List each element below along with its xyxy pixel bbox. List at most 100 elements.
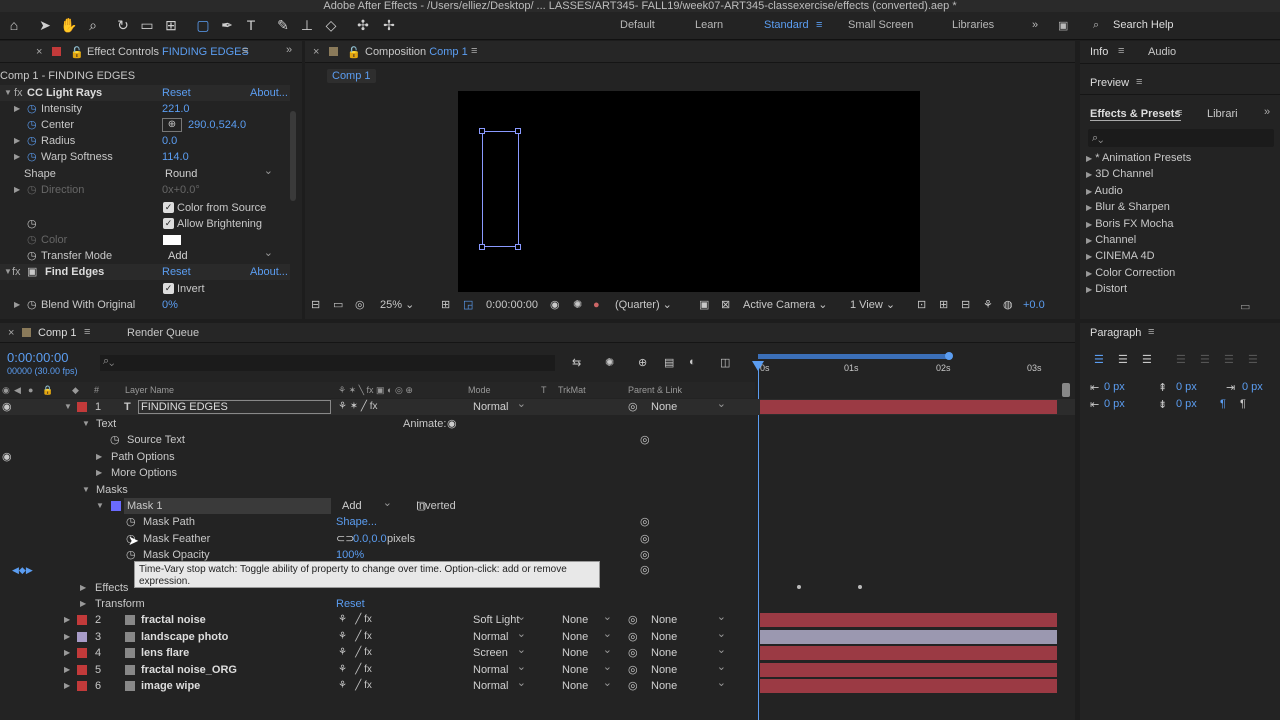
stopwatch-icon[interactable]: ◷	[27, 216, 37, 232]
crosshair-icon[interactable]: ⊕	[162, 118, 182, 132]
parent-pickwhip-icon[interactable]: ◎	[628, 612, 638, 628]
direction-rtl-icon[interactable]: ¶	[1240, 398, 1246, 410]
reset-link[interactable]: Reset	[162, 85, 191, 101]
shape-dropdown[interactable]: Round	[165, 163, 275, 182]
audio-tab[interactable]: Audio	[1148, 46, 1176, 58]
eye-icon[interactable]: ◉	[2, 449, 12, 465]
parent-pickwhip-icon[interactable]: ◎	[628, 662, 638, 678]
zoom-tool-icon[interactable]: ⌕	[84, 16, 102, 34]
camera-tool-icon[interactable]: ▭	[138, 16, 156, 34]
stopwatch-icon[interactable]: ◷	[27, 117, 37, 133]
exposure-value[interactable]: +0.0	[1023, 296, 1045, 314]
stopwatch-icon[interactable]: ◷	[110, 432, 120, 448]
effects-group-row[interactable]: ▶ Effects	[0, 580, 1075, 596]
more-options-row[interactable]: ▶ More Options	[0, 465, 1075, 481]
constrain-link-icon[interactable]: ⊂⊃	[336, 531, 354, 547]
workspace-small-screen[interactable]: Small Screen	[848, 19, 913, 31]
panel-toggle-icon[interactable]: ▣	[1058, 19, 1068, 32]
layer-name[interactable]: landscape photo	[141, 629, 228, 645]
rotate-tool-icon[interactable]: ↻	[114, 16, 132, 34]
workspace-learn[interactable]: Learn	[695, 19, 723, 31]
expression-pickwhip-icon[interactable]: ◎	[640, 514, 650, 530]
layer-name[interactable]: fractal noise	[141, 612, 206, 628]
brush-tool-icon[interactable]: ✎	[274, 16, 292, 34]
panel-menu-icon[interactable]: ≡	[1136, 76, 1142, 88]
hand-tool-icon[interactable]: ✋	[60, 16, 78, 34]
monitor-icon[interactable]: ▭	[333, 296, 343, 314]
preview-tab[interactable]: Preview	[1090, 77, 1129, 89]
keyframe-dot[interactable]	[797, 585, 801, 589]
mask-path-value[interactable]: Shape...	[336, 514, 377, 530]
zoom-dropdown[interactable]: 25% ⌄	[380, 296, 430, 314]
layer-switches[interactable]: ⚘ ╱ fx	[338, 662, 372, 678]
preset-category[interactable]: ▶ Channel	[1086, 232, 1136, 248]
space-before-value[interactable]: 0 px	[1176, 381, 1197, 393]
about-link[interactable]: About...	[250, 264, 288, 280]
stopwatch-icon[interactable]: ◷	[126, 514, 136, 530]
mask-vertex[interactable]	[515, 244, 521, 250]
blend-value[interactable]: 0%	[162, 297, 178, 313]
close-icon[interactable]: ×	[8, 327, 14, 339]
radius-value[interactable]: 0.0	[162, 133, 177, 149]
region-of-interest-icon[interactable]: ▣	[699, 296, 709, 314]
layer-duration-bar[interactable]	[760, 613, 1057, 627]
label-color[interactable]	[77, 648, 87, 658]
animate-menu-icon[interactable]: ◉	[447, 416, 457, 432]
stopwatch-icon[interactable]: ◷	[27, 149, 37, 165]
label-color[interactable]	[77, 664, 87, 675]
close-icon[interactable]: ×	[36, 46, 42, 58]
transform-group-row[interactable]: ▶ Transform Reset	[0, 596, 1075, 612]
motion-blur-icon[interactable]: ◐	[689, 356, 696, 368]
space-after-value[interactable]: 0 px	[1176, 398, 1197, 410]
frame-blending-icon[interactable]: ▤	[664, 356, 674, 369]
comp-time[interactable]: 0:00:00:00	[486, 296, 538, 314]
stopwatch-icon[interactable]: ◷	[27, 248, 37, 264]
panel-menu-icon[interactable]: ≡	[242, 45, 248, 57]
layer-name[interactable]: fractal noise_ORG	[141, 662, 237, 678]
blend-mode-dropdown[interactable]: Normal	[473, 396, 528, 415]
parent-pickwhip-icon[interactable]: ◎	[628, 399, 638, 415]
render-queue-tab[interactable]: Render Queue	[127, 327, 199, 339]
info-tab[interactable]: Info	[1090, 46, 1108, 58]
layer-duration-bar[interactable]	[760, 679, 1057, 693]
type-tool-icon[interactable]: T	[242, 16, 260, 34]
reset-link[interactable]: Reset	[162, 264, 191, 280]
preset-category[interactable]: ▶ 3D Channel	[1086, 166, 1153, 182]
home-icon[interactable]: ⌂	[5, 16, 23, 34]
effect-cc-light-rays[interactable]: ▼ fx CC Light Rays Reset About...	[0, 85, 290, 101]
preset-category[interactable]: ▶ Blur & Sharpen	[1086, 199, 1170, 215]
panel-menu-icon[interactable]: ≡	[84, 326, 90, 338]
label-color[interactable]	[77, 615, 87, 625]
mask-color[interactable]	[111, 501, 121, 511]
parent-dropdown[interactable]: None	[651, 675, 728, 694]
intensity-value[interactable]: 221.0	[162, 101, 190, 117]
stopwatch-icon[interactable]: ◷	[27, 297, 37, 313]
stopwatch-icon[interactable]: ◷	[27, 101, 37, 117]
composition-tab[interactable]: Composition Comp 1	[365, 46, 468, 58]
layer-search-input[interactable]: ⌕⌄	[100, 355, 555, 371]
timeline-comp-tab[interactable]: Comp 1	[38, 327, 77, 339]
blend-mode-dropdown[interactable]: Normal	[473, 675, 528, 694]
reset-exposure-icon[interactable]: ⊞	[939, 296, 948, 314]
preset-category[interactable]: ▶ Boris FX Mocha	[1086, 216, 1173, 232]
mask-vertex[interactable]	[479, 128, 485, 134]
align-right-icon[interactable]: ☰	[1142, 353, 1152, 366]
text-group-row[interactable]: ▼ Text Animate: ◉	[0, 416, 1075, 432]
time-ruler[interactable]: 0s 01s 02s 03s	[755, 350, 1065, 398]
parent-dropdown[interactable]: None	[651, 396, 728, 415]
puppet-tool-icon[interactable]: ✢	[380, 16, 398, 34]
work-area-bar[interactable]	[758, 354, 948, 359]
search-help-field[interactable]: Search Help	[1113, 19, 1174, 31]
preset-category[interactable]: ▶ Distort	[1086, 281, 1127, 297]
effects-search-input[interactable]: ⌕⌄	[1088, 129, 1274, 147]
trkmat-dropdown[interactable]: None	[562, 675, 614, 694]
name-column[interactable]: Layer Name	[125, 382, 174, 398]
mask-feather-value[interactable]: 0.0,0.0	[353, 531, 387, 547]
work-area-end-handle[interactable]	[945, 352, 953, 360]
label-color[interactable]	[77, 402, 87, 412]
warp-softness-value[interactable]: 114.0	[162, 149, 189, 165]
graph-editor-icon[interactable]: ◫	[720, 356, 730, 369]
allow-brightening-checkbox[interactable]: ✓	[163, 218, 174, 229]
layer-switches[interactable]: ⚘ ✶ ╱ fx	[338, 399, 377, 415]
composition-mini-flowchart-icon[interactable]: ⇆	[572, 356, 581, 369]
